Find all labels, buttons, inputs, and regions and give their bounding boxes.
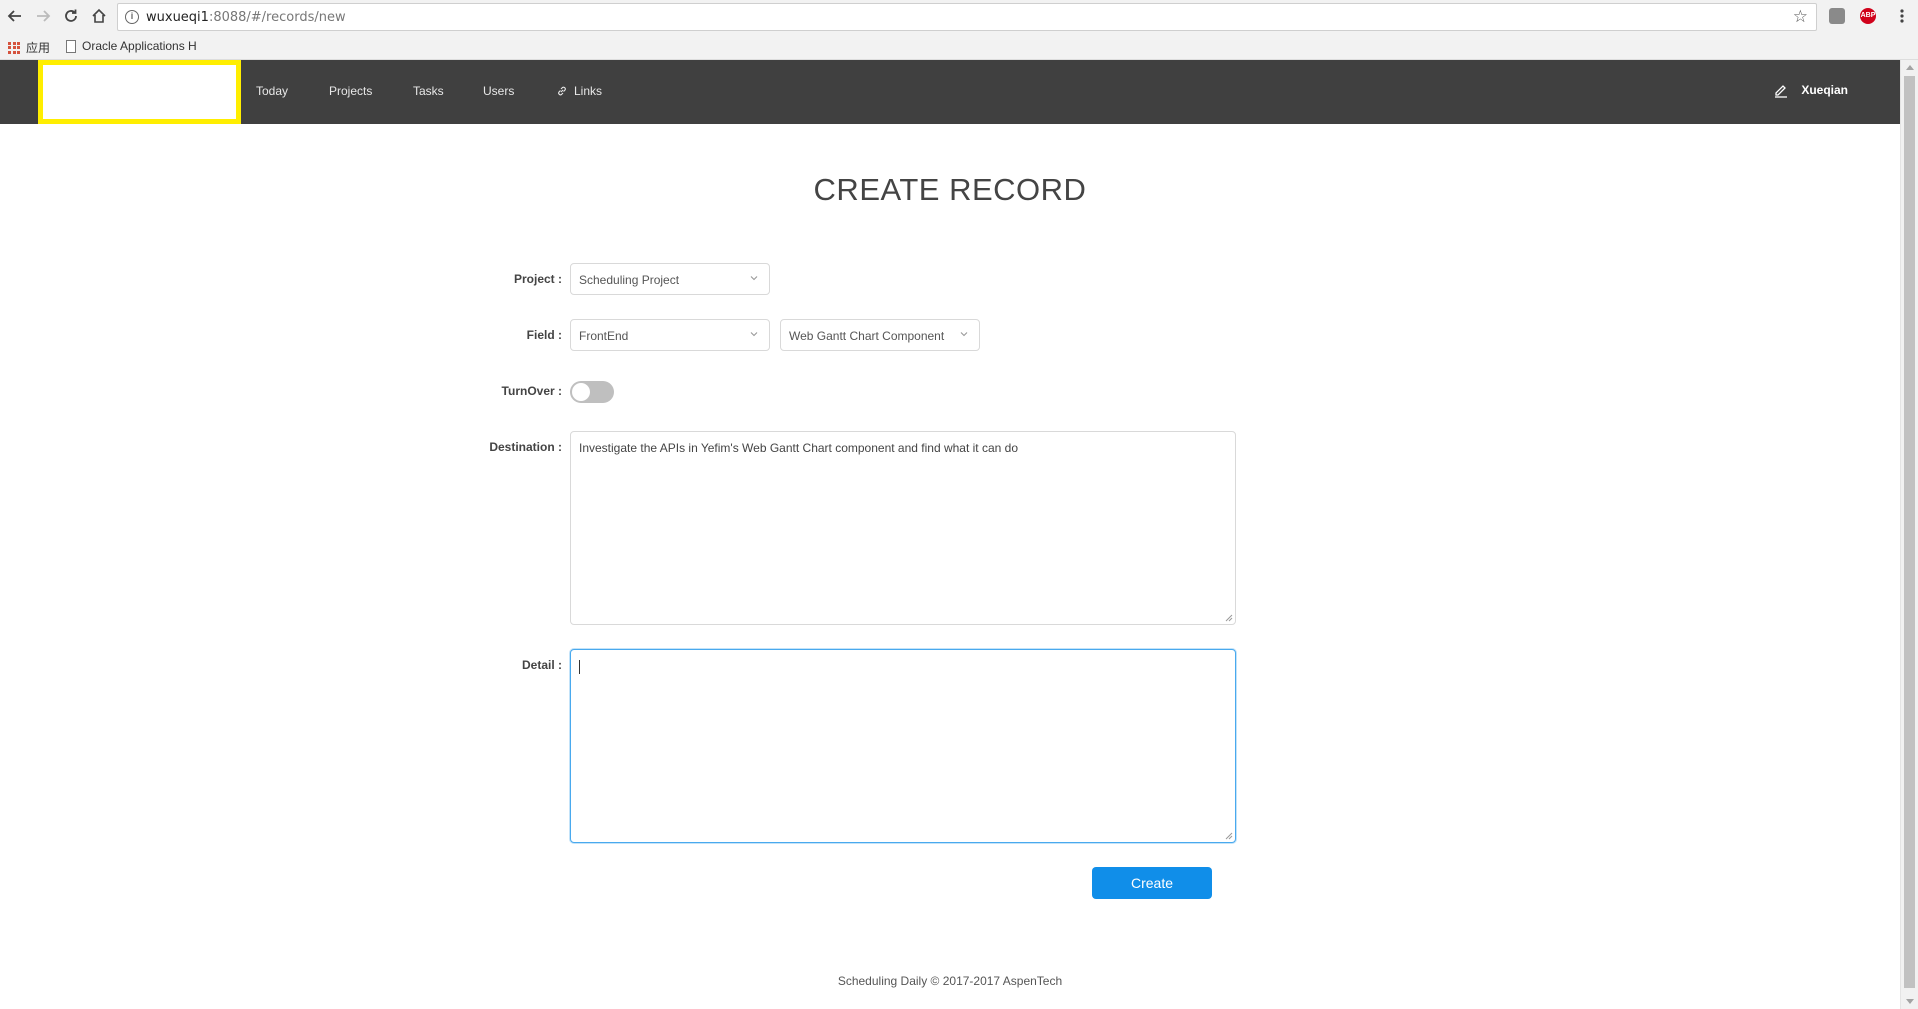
bookmark-oracle-label: Oracle Applications H bbox=[82, 39, 197, 53]
url-path: :8088/#/records/new bbox=[208, 10, 346, 25]
nav-links[interactable]: Links bbox=[556, 84, 602, 98]
navbar: Today Projects Tasks Users Links Xueqian bbox=[0, 60, 1900, 124]
resize-handle-icon[interactable] bbox=[1225, 614, 1233, 622]
subfield-select-value: Web Gantt Chart Component bbox=[789, 329, 945, 343]
project-label: Project : bbox=[513, 272, 562, 286]
text-caret bbox=[579, 660, 580, 674]
resize-handle-icon[interactable] bbox=[1225, 832, 1233, 840]
project-select-value: Scheduling Project bbox=[579, 273, 680, 287]
reload-icon[interactable] bbox=[60, 5, 82, 27]
nav-projects[interactable]: Projects bbox=[329, 84, 372, 98]
url-host: wuxueqi1 bbox=[146, 10, 209, 25]
nav-links-label: Links bbox=[574, 84, 603, 98]
project-select[interactable]: Scheduling Project bbox=[570, 263, 770, 295]
destination-textarea[interactable]: Investigate the APIs in Yefim's Web Gant… bbox=[570, 431, 1236, 625]
bookmark-oracle[interactable]: Oracle Applications H bbox=[66, 39, 197, 53]
bookmark-apps[interactable]: 应用 bbox=[8, 39, 50, 56]
scroll-up-icon[interactable] bbox=[1906, 65, 1914, 70]
chevron-down-icon bbox=[750, 276, 758, 281]
destination-label: Destination : bbox=[489, 440, 562, 454]
extension-icon[interactable] bbox=[1829, 8, 1845, 24]
apps-grid-icon bbox=[8, 41, 20, 54]
scroll-thumb[interactable] bbox=[1904, 76, 1915, 988]
scroll-down-icon[interactable] bbox=[1906, 999, 1914, 1004]
field-select[interactable]: FrontEnd bbox=[570, 319, 770, 351]
forward-icon[interactable] bbox=[32, 5, 54, 27]
footer-text: Scheduling Daily © 2017-2017 AspenTech bbox=[837, 974, 1063, 988]
user-menu[interactable]: Xueqian bbox=[1773, 82, 1848, 98]
user-name: Xueqian bbox=[1801, 83, 1848, 97]
adblock-icon[interactable]: ABP bbox=[1860, 8, 1876, 24]
turnover-switch[interactable] bbox=[570, 381, 614, 403]
nav-users[interactable]: Users bbox=[483, 84, 514, 98]
bookmark-star-icon[interactable]: ☆ bbox=[1793, 7, 1808, 27]
address-bar[interactable]: i wuxueqi1:8088/#/records/new ☆ bbox=[117, 3, 1817, 31]
field-label: Field : bbox=[526, 328, 562, 342]
turnover-label: TurnOver : bbox=[501, 384, 562, 398]
url-text: wuxueqi1:8088/#/records/new bbox=[146, 10, 346, 25]
menu-dots-icon[interactable] bbox=[1891, 5, 1913, 27]
detail-label: Detail : bbox=[521, 658, 562, 672]
link-icon bbox=[558, 86, 566, 96]
logo[interactable] bbox=[38, 60, 241, 124]
nav-tasks[interactable]: Tasks bbox=[413, 84, 444, 98]
home-icon[interactable] bbox=[88, 5, 110, 27]
create-button[interactable]: Create bbox=[1092, 867, 1212, 899]
back-icon[interactable] bbox=[4, 5, 26, 27]
page-scrollbar[interactable] bbox=[1900, 60, 1918, 1009]
destination-text: Investigate the APIs in Yefim's Web Gant… bbox=[579, 441, 1018, 455]
info-icon[interactable]: i bbox=[125, 10, 139, 24]
field-select-value: FrontEnd bbox=[579, 329, 629, 343]
page-title: CREATE RECORD bbox=[813, 172, 1087, 207]
edit-icon bbox=[1775, 85, 1788, 98]
apps-label: 应用 bbox=[26, 41, 51, 55]
chevron-down-icon bbox=[960, 332, 968, 337]
page-icon bbox=[66, 39, 76, 53]
browser-toolbar: i wuxueqi1:8088/#/records/new ☆ ABP bbox=[0, 0, 1918, 34]
nav-today[interactable]: Today bbox=[256, 84, 288, 98]
chevron-down-icon bbox=[750, 332, 758, 337]
detail-textarea[interactable] bbox=[570, 649, 1236, 843]
bookmarks-bar: 应用 Oracle Applications H bbox=[0, 34, 1918, 60]
subfield-select[interactable]: Web Gantt Chart Component bbox=[780, 319, 980, 351]
switch-knob bbox=[572, 383, 590, 401]
